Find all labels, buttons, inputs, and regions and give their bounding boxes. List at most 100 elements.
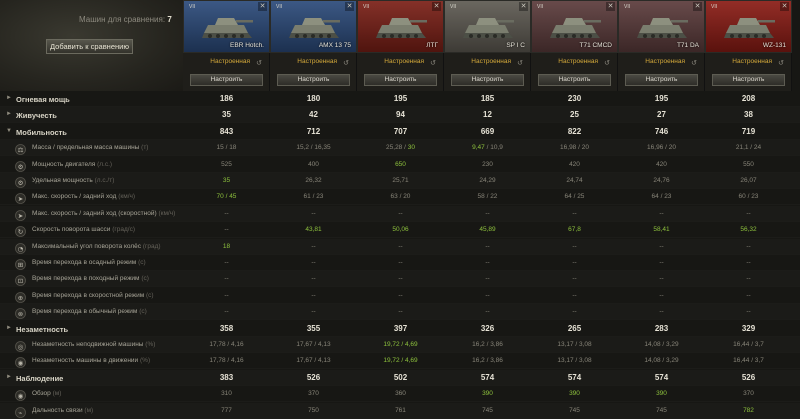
reset-icon[interactable]: ↺	[343, 59, 349, 67]
parameter-row: ◎ Незаметность неподвижной машины (%) 17,7…	[0, 337, 800, 353]
value-cell: 27	[657, 110, 666, 120]
configure-button[interactable]: Настроить	[190, 74, 263, 86]
value-cell: 525	[221, 160, 232, 168]
close-icon[interactable]: ✕	[432, 2, 441, 11]
configure-button[interactable]: Настроить	[364, 74, 437, 86]
tier-label: VII	[450, 4, 457, 10]
value-cell: --	[485, 291, 490, 299]
category-row[interactable]: ► Живучесть 35 42 94 12 25 27 38	[0, 107, 800, 124]
chevron-right-icon[interactable]: ►	[6, 374, 12, 380]
svg-text:⚖: ⚖	[18, 146, 24, 154]
value-cell: --	[224, 275, 229, 283]
value-cell: 17,78 / 4,16	[209, 357, 244, 365]
value-cell: 669	[480, 126, 495, 136]
vehicle-card[interactable]: VII ✕ T71 CMCD	[531, 0, 618, 53]
vehicle-card[interactable]: VII ✕ T71 DA	[618, 0, 705, 53]
vehicle-card[interactable]: VII ✕ EBR Hotch.	[183, 0, 270, 53]
value-cell: --	[746, 259, 751, 266]
vehicle-card[interactable]: VII ✕ WZ-131	[705, 0, 792, 53]
value-cell: 15 / 18	[216, 144, 237, 152]
reset-icon[interactable]: ↺	[517, 59, 523, 67]
value-cell: 64 / 23	[651, 193, 672, 201]
parameter-label: Максимальный угол поворота колёс (град)	[32, 242, 161, 250]
category-label: Мобильность	[16, 127, 67, 137]
configure-button[interactable]: Настроить	[277, 74, 350, 86]
configure-button[interactable]: Настроить	[712, 74, 785, 86]
value-cell: 400	[308, 160, 319, 168]
value-cell: 420	[569, 160, 580, 168]
tier-label: VII	[363, 4, 370, 10]
category-row[interactable]: ► Огневая мощь 186 180 195 185 230 195 208	[0, 91, 800, 107]
setup-row: Настроенная ↺	[183, 57, 270, 69]
value-cell: 13,17 / 3,08	[557, 341, 592, 348]
close-icon[interactable]: ✕	[693, 2, 702, 11]
tier-label: VII	[189, 4, 196, 10]
value-cell: --	[572, 291, 577, 299]
parameter-row: ◔ Максимальный угол поворота колёс (град)…	[0, 239, 800, 255]
category-row[interactable]: ► Наблюдение 383 526 502 574 574 574 526	[0, 370, 800, 386]
value-cell: 712	[306, 126, 321, 136]
chevron-right-icon[interactable]: ►	[6, 111, 12, 117]
parameter-label: Время перехода в обычный режим (с)	[32, 308, 147, 316]
configure-button[interactable]: Настроить	[538, 74, 611, 86]
parameter-row: ➤ Макс. скорость / задний ход (км/ч) 70 / …	[0, 189, 800, 206]
reset-icon[interactable]: ↺	[604, 59, 610, 67]
value-cell: 16,98 / 20	[560, 144, 589, 152]
value-cell: 42	[309, 110, 318, 120]
chevron-down-icon[interactable]: ▼	[6, 128, 12, 134]
chevron-right-icon[interactable]: ►	[6, 95, 12, 101]
value-cell: 283	[654, 323, 669, 333]
vehicle-column: VII ✕ AMX 13 75 Настроенная ↺ Настроить	[270, 0, 357, 91]
value-cell: 265	[567, 323, 582, 333]
close-icon[interactable]: ✕	[606, 2, 615, 11]
value-cell: 94	[396, 110, 405, 120]
value-cell: 526	[741, 372, 756, 382]
reset-icon[interactable]: ↺	[430, 59, 436, 67]
comparison-table: ► Огневая мощь 186 180 195 185 230 195 208 ► Живуч…	[0, 91, 800, 419]
close-icon[interactable]: ✕	[345, 2, 354, 11]
svg-text:⌁: ⌁	[19, 409, 23, 417]
vehicle-name: T71 CMCD	[579, 42, 612, 49]
value-cell: 574	[567, 372, 582, 382]
close-icon[interactable]: ✕	[780, 2, 789, 11]
reset-icon[interactable]: ↺	[778, 59, 784, 67]
chevron-right-icon[interactable]: ►	[6, 325, 12, 331]
configure-button[interactable]: Настроить	[625, 74, 698, 86]
value-cell: --	[311, 259, 316, 266]
close-icon[interactable]: ✕	[519, 2, 528, 11]
value-cell: --	[485, 242, 490, 250]
vehicle-card[interactable]: VII ✕ SP I C	[444, 0, 531, 53]
configure-button[interactable]: Настроить	[451, 74, 524, 86]
close-icon[interactable]: ✕	[258, 2, 267, 11]
value-cell: --	[398, 275, 403, 283]
value-cell: 719	[741, 126, 756, 136]
svg-text:⊕: ⊕	[18, 294, 23, 302]
vehicle-card[interactable]: VII ✕ ЛТГ	[357, 0, 444, 53]
vehicle-card[interactable]: VII ✕ AMX 13 75	[270, 0, 357, 53]
reset-icon[interactable]: ↺	[256, 59, 262, 67]
value-cell: 56,32	[740, 226, 757, 234]
value-cell: 745	[569, 406, 580, 414]
category-row[interactable]: ► Незаметность 358 355 397 326 265 283 329	[0, 321, 800, 337]
value-cell: 50,06	[392, 226, 409, 234]
tank-image	[720, 9, 776, 43]
value-cell: 25,71	[392, 177, 409, 184]
value-cell: 14,08 / 3,29	[644, 357, 679, 365]
add-to-compare-button[interactable]: Добавить к сравнению	[46, 39, 133, 54]
value-cell: 329	[741, 323, 756, 333]
parameter-label: Скорость поворота шасси (град/с)	[32, 226, 135, 234]
tank-image	[372, 9, 428, 43]
compare-count: 7	[167, 15, 172, 24]
reset-icon[interactable]: ↺	[691, 59, 697, 67]
vehicle-name: T71 DA	[676, 42, 699, 49]
vehicle-column: VII ✕ SP I C Настроенная ↺ Настроить	[444, 0, 531, 91]
category-row[interactable]: ▼ Мобильность 843 712 707 669 822 746 719	[0, 124, 800, 140]
parameter-label: Мощность двигателя (л.с.)	[32, 160, 113, 168]
category-label: Живучесть	[16, 111, 57, 121]
value-cell: 18	[222, 242, 231, 250]
value-cell: --	[398, 308, 403, 316]
parameter-label: Дальность связи (м)	[32, 406, 94, 414]
radio-icon: ⌁	[15, 405, 26, 418]
value-cell: --	[659, 259, 664, 266]
value-cell: 745	[482, 406, 493, 414]
